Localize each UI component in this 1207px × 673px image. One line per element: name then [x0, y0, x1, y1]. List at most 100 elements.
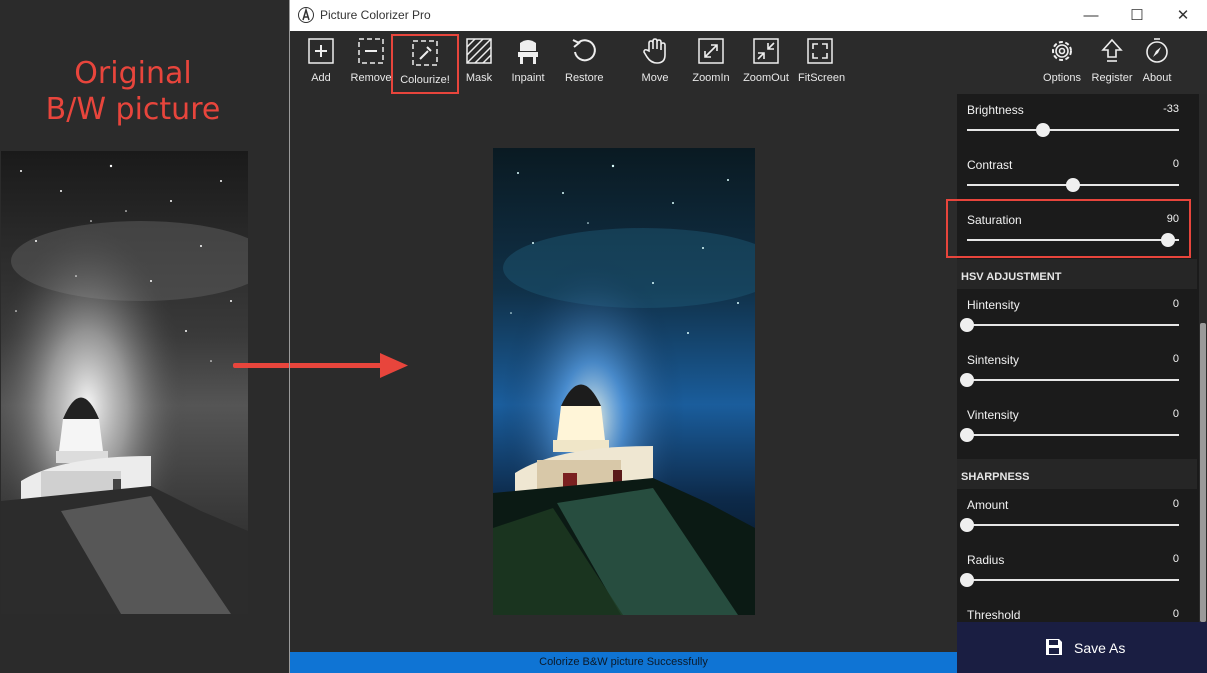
maximize-button[interactable]: ☐ [1114, 0, 1160, 31]
title-bar: Picture Colorizer Pro — ☐ ✕ [290, 0, 1207, 32]
threshold-row: Threshold 0 [957, 599, 1197, 622]
threshold-label: Threshold [967, 608, 1021, 622]
threshold-value: 0 [1172, 608, 1179, 620]
colourize-label: Colourize! [400, 74, 450, 86]
remove-button[interactable]: Remove [350, 31, 392, 91]
remove-label: Remove [350, 72, 392, 84]
minus-box-icon [358, 38, 384, 64]
add-button[interactable]: Add [302, 31, 340, 91]
hintensity-row: Hintensity 0 [957, 289, 1197, 344]
arrow-left-part [233, 363, 290, 368]
mask-label: Mask [465, 72, 493, 84]
radius-slider-track[interactable] [967, 579, 1179, 581]
add-label: Add [311, 72, 331, 84]
adjustment-panel: Brightness -33 Contrast 0 Saturation 90 … [957, 94, 1207, 622]
amount-slider-track[interactable] [967, 524, 1179, 526]
radius-label: Radius [967, 553, 1005, 567]
vintensity-slider-track[interactable] [967, 434, 1179, 436]
hintensity-label: Hintensity [967, 298, 1020, 312]
contrast-value: 0 [1172, 158, 1179, 170]
zoomout-label: ZoomOut [743, 72, 789, 84]
brightness-row: Brightness -33 [957, 94, 1197, 149]
zoom-in-icon [698, 38, 724, 64]
amount-label: Amount [967, 498, 1009, 512]
vintensity-slider-thumb[interactable] [960, 428, 974, 442]
chair-icon [518, 40, 538, 64]
contrast-row: Contrast 0 [957, 149, 1197, 204]
close-button[interactable]: ✕ [1160, 0, 1206, 31]
colorized-photo [493, 148, 755, 615]
vintensity-row: Vintensity 0 [957, 399, 1197, 454]
contrast-label: Contrast [967, 158, 1013, 172]
move-button[interactable]: Move [638, 31, 672, 91]
fitscreen-label: FitScreen [798, 72, 846, 84]
register-label: Register [1091, 72, 1133, 84]
restore-button[interactable]: Restore [565, 31, 604, 91]
annotation-line-1: Original [74, 56, 192, 91]
radius-value: 0 [1172, 553, 1179, 565]
compass-icon [1146, 38, 1168, 63]
sintensity-row: Sintensity 0 [957, 344, 1197, 399]
gear-icon [1052, 41, 1072, 61]
radius-row: Radius 0 [957, 544, 1197, 599]
hintensity-slider-track[interactable] [967, 324, 1179, 326]
hand-icon [643, 38, 666, 64]
amount-value: 0 [1172, 498, 1179, 510]
save-as-button[interactable]: Save As [957, 622, 1207, 673]
save-as-label: Save As [1074, 640, 1126, 656]
sintensity-value: 0 [1172, 353, 1179, 365]
inpaint-button[interactable]: Inpaint [509, 31, 547, 91]
eyedropper-icon [412, 40, 438, 66]
contrast-slider-thumb[interactable] [1066, 178, 1080, 192]
minimize-button[interactable]: — [1068, 0, 1114, 31]
zoomout-button[interactable]: ZoomOut [741, 31, 791, 91]
zoomin-label: ZoomIn [692, 72, 730, 84]
register-button[interactable]: Register [1090, 31, 1134, 91]
zoom-out-icon [753, 38, 779, 64]
radius-slider-thumb[interactable] [960, 573, 974, 587]
app-logo-icon [298, 7, 314, 23]
status-bar: Colorize B&W picture Successfully [290, 652, 957, 673]
comparison-arrow [290, 353, 408, 378]
move-label: Move [641, 72, 669, 84]
sintensity-slider-thumb[interactable] [960, 373, 974, 387]
options-label: Options [1043, 72, 1081, 84]
options-button[interactable]: Options [1041, 31, 1083, 91]
fit-screen-icon [807, 38, 833, 64]
annotation-line-2: B/W picture [45, 92, 221, 127]
toolbar: Add Remove Colourize! Mask Inpaint Resto… [290, 31, 1207, 94]
upload-arrow-icon [1101, 38, 1123, 62]
colourize-button[interactable]: Colourize! [391, 34, 459, 94]
mask-button[interactable]: Mask [462, 31, 496, 91]
saturation-highlight-box [946, 199, 1191, 258]
hsv-section-title: HSV ADJUSTMENT [961, 271, 1062, 283]
sintensity-slider-track[interactable] [967, 379, 1179, 381]
hintensity-slider-thumb[interactable] [960, 318, 974, 332]
amount-slider-thumb[interactable] [960, 518, 974, 532]
restore-icon [572, 39, 596, 62]
sintensity-label: Sintensity [967, 353, 1020, 367]
about-label: About [1142, 72, 1172, 84]
inpaint-label: Inpaint [511, 72, 545, 84]
app-window: Picture Colorizer Pro — ☐ ✕ Add Remove C… [289, 0, 1207, 673]
brightness-label: Brightness [967, 103, 1024, 117]
annotation-panel: Original B/W picture [0, 0, 290, 673]
sharpness-section-title: SHARPNESS [961, 471, 1030, 483]
about-button[interactable]: About [1140, 31, 1174, 91]
panel-scrollbar-thumb[interactable] [1200, 323, 1206, 622]
original-bw-photo [1, 151, 248, 614]
mask-hatch-icon [466, 38, 492, 64]
zoomin-button[interactable]: ZoomIn [690, 31, 732, 91]
amount-row: Amount 0 [957, 489, 1197, 544]
brightness-slider-track[interactable] [967, 129, 1179, 131]
brightness-slider-thumb[interactable] [1036, 123, 1051, 137]
floppy-disk-icon [1046, 639, 1062, 655]
hintensity-value: 0 [1172, 298, 1179, 310]
window-title: Picture Colorizer Pro [320, 8, 431, 22]
fitscreen-button[interactable]: FitScreen [798, 31, 846, 91]
vintensity-value: 0 [1172, 408, 1179, 420]
plus-box-icon [308, 38, 334, 64]
brightness-value: -33 [1163, 103, 1179, 115]
vintensity-label: Vintensity [967, 408, 1019, 422]
restore-label: Restore [565, 72, 604, 84]
